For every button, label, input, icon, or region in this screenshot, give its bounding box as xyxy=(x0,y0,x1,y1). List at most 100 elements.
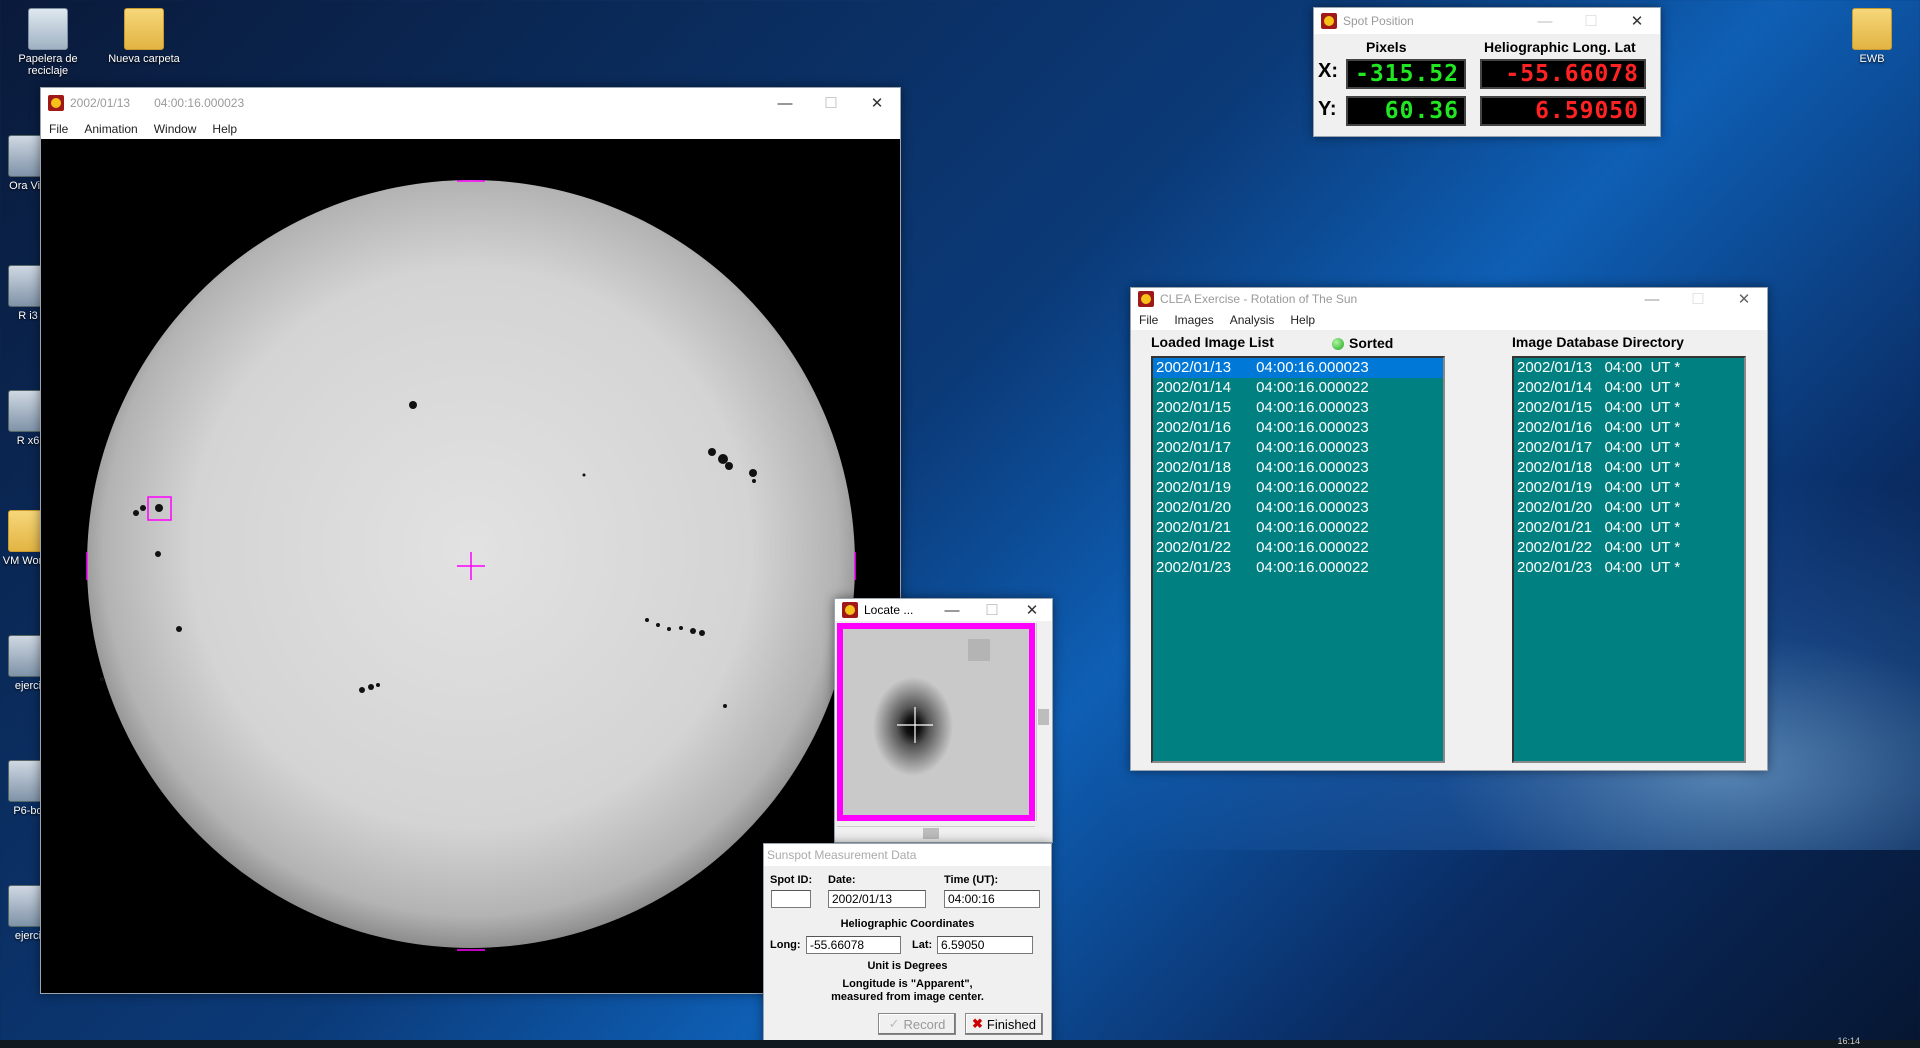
heliographic-label: Heliographic Long. Lat xyxy=(1484,39,1636,55)
loaded-image-row[interactable]: 2002/01/20 04:00:16.000023 xyxy=(1153,498,1443,518)
database-image-row[interactable]: 2002/01/18 04:00 UT * xyxy=(1514,458,1744,478)
date-label: Date: xyxy=(828,874,856,886)
minimize-button[interactable]: — xyxy=(762,88,808,118)
desktop-icon-label: Nueva carpeta xyxy=(108,53,180,65)
spot-id-input[interactable] xyxy=(771,890,811,908)
database-image-row[interactable]: 2002/01/16 04:00 UT * xyxy=(1514,418,1744,438)
close-button[interactable]: ✕ xyxy=(854,88,900,118)
desktop-icon-label: Papelera de reciclaje xyxy=(18,53,78,77)
time-label: Time (UT): xyxy=(944,874,999,886)
maximize-button[interactable]: ☐ xyxy=(1675,288,1721,310)
loaded-image-list[interactable]: 2002/01/13 04:00:16.000023 2002/01/14 04:… xyxy=(1151,356,1445,763)
menu-bar: File Animation Window Help xyxy=(41,118,900,139)
desktop-icon-label: EWB xyxy=(1859,53,1885,65)
loaded-image-row[interactable]: 2002/01/19 04:00:16.000022 xyxy=(1153,478,1443,498)
new-folder-shortcut[interactable]: Nueva carpeta xyxy=(104,8,184,65)
longitude-label: Long: xyxy=(770,939,801,951)
locate-window: Locate ... — ☐ ✕ xyxy=(834,598,1053,843)
vertical-scroll-thumb[interactable] xyxy=(1038,709,1049,725)
loaded-image-row[interactable]: 2002/01/18 04:00:16.000023 xyxy=(1153,458,1443,478)
title-bar[interactable]: Sunspot Measurement Data xyxy=(764,844,1051,866)
longitude-input[interactable]: -55.66078 xyxy=(806,936,901,954)
folder-icon xyxy=(1852,8,1892,50)
close-button[interactable]: ✕ xyxy=(1012,599,1052,621)
sunspot-measurement-window: Sunspot Measurement Data Spot ID: Date: … xyxy=(763,843,1052,1048)
menu-window[interactable]: Window xyxy=(146,122,205,136)
database-image-row[interactable]: 2002/01/17 04:00 UT * xyxy=(1514,438,1744,458)
maximize-button[interactable]: ☐ xyxy=(972,599,1012,621)
menu-help[interactable]: Help xyxy=(204,122,245,136)
clea-app-icon xyxy=(1321,13,1337,29)
menu-file[interactable]: File xyxy=(1131,313,1166,327)
recycle-bin-shortcut[interactable]: Papelera de reciclaje xyxy=(8,8,88,77)
ewb-folder-shortcut[interactable]: EWB xyxy=(1832,8,1912,65)
loaded-image-row[interactable]: 2002/01/17 04:00:16.000023 xyxy=(1153,438,1443,458)
menu-animation[interactable]: Animation xyxy=(76,122,145,136)
window-title-date: 2002/01/13 xyxy=(70,96,131,110)
sorted-label: Sorted xyxy=(1349,335,1394,351)
window-title: Spot Position xyxy=(1343,14,1414,28)
maximize-button[interactable]: ☐ xyxy=(1568,8,1614,34)
title-bar[interactable]: Locate ... — ☐ ✕ xyxy=(835,599,1052,621)
time-input[interactable]: 04:00:16 xyxy=(944,890,1040,908)
x-mark-icon: ✖ xyxy=(971,1016,983,1031)
image-database-list[interactable]: 2002/01/13 04:00 UT * 2002/01/14 04:00 UT… xyxy=(1512,356,1746,763)
database-image-row[interactable]: 2002/01/13 04:00 UT * xyxy=(1514,358,1744,378)
latitude-input[interactable]: 6.59050 xyxy=(937,936,1033,954)
menu-analysis[interactable]: Analysis xyxy=(1222,313,1283,327)
minimize-button[interactable]: — xyxy=(932,599,972,621)
database-image-row[interactable]: 2002/01/21 04:00 UT * xyxy=(1514,518,1744,538)
title-bar[interactable]: CLEA Exercise - Rotation of The Sun — ☐ … xyxy=(1131,288,1767,310)
minimize-button[interactable]: — xyxy=(1629,288,1675,310)
clea-app-icon xyxy=(1138,291,1154,307)
database-image-row[interactable]: 2002/01/23 04:00 UT * xyxy=(1514,558,1744,578)
zoomed-spot-view[interactable] xyxy=(843,629,1029,815)
record-button-label: Record xyxy=(903,1016,946,1032)
zoom-frame xyxy=(837,623,1035,821)
database-image-row[interactable]: 2002/01/22 04:00 UT * xyxy=(1514,538,1744,558)
maximize-button[interactable]: ☐ xyxy=(808,88,854,118)
database-image-row[interactable]: 2002/01/20 04:00 UT * xyxy=(1514,498,1744,518)
record-button[interactable]: ✓ Record xyxy=(878,1013,956,1035)
database-image-row[interactable]: 2002/01/15 04:00 UT * xyxy=(1514,398,1744,418)
loaded-image-row[interactable]: 2002/01/23 04:00:16.000022 xyxy=(1153,558,1443,578)
menu-images[interactable]: Images xyxy=(1166,313,1221,327)
pixels-label: Pixels xyxy=(1366,39,1407,55)
loaded-image-list-label: Loaded Image List xyxy=(1151,334,1274,350)
horizontal-scroll-thumb[interactable] xyxy=(923,828,939,839)
vertical-scrollbar[interactable] xyxy=(1036,623,1051,821)
clea-app-icon xyxy=(48,95,64,111)
window-title-time: 04:00:16.000023 xyxy=(154,96,245,110)
longitude-note-line2: measured from image center. xyxy=(831,991,984,1003)
clea-app-icon xyxy=(842,602,858,618)
window-title: Sunspot Measurement Data xyxy=(767,848,917,862)
database-image-row[interactable]: 2002/01/19 04:00 UT * xyxy=(1514,478,1744,498)
heliographic-coordinates-label: Heliographic Coordinates xyxy=(840,918,975,930)
loaded-image-row[interactable]: 2002/01/15 04:00:16.000023 xyxy=(1153,398,1443,418)
sorted-indicator-icon xyxy=(1332,338,1344,350)
title-bar[interactable]: 2002/01/13 04:00:16.000023 — ☐ ✕ xyxy=(41,88,900,118)
finished-button[interactable]: ✖ Finished xyxy=(965,1013,1043,1035)
minimize-button[interactable]: — xyxy=(1522,8,1568,34)
taskbar-clock: 16:14 xyxy=(1837,1036,1860,1046)
menu-bar: File Images Analysis Help xyxy=(1131,310,1767,330)
window-title: CLEA Exercise - Rotation of The Sun xyxy=(1160,292,1358,306)
spot-id-label: Spot ID: xyxy=(770,874,813,886)
menu-file[interactable]: File xyxy=(41,122,76,136)
loaded-image-row[interactable]: 2002/01/22 04:00:16.000022 xyxy=(1153,538,1443,558)
close-button[interactable]: ✕ xyxy=(1614,8,1660,34)
finished-button-label: Finished xyxy=(986,1016,1037,1032)
y-label: Y: xyxy=(1318,98,1337,120)
date-input[interactable]: 2002/01/13 xyxy=(828,890,926,908)
close-button[interactable]: ✕ xyxy=(1721,288,1767,310)
horizontal-scrollbar[interactable] xyxy=(837,826,1035,841)
menu-help[interactable]: Help xyxy=(1282,313,1323,327)
checkmark-icon: ✓ xyxy=(888,1016,900,1031)
loaded-image-row[interactable]: 2002/01/16 04:00:16.000023 xyxy=(1153,418,1443,438)
title-bar[interactable]: Spot Position — ☐ ✕ xyxy=(1314,8,1660,34)
database-image-row[interactable]: 2002/01/14 04:00 UT * xyxy=(1514,378,1744,398)
y-pixels-display: 60.36 xyxy=(1346,96,1466,126)
loaded-image-row[interactable]: 2002/01/14 04:00:16.000022 xyxy=(1153,378,1443,398)
loaded-image-row[interactable]: 2002/01/13 04:00:16.000023 xyxy=(1153,358,1443,378)
loaded-image-row[interactable]: 2002/01/21 04:00:16.000022 xyxy=(1153,518,1443,538)
